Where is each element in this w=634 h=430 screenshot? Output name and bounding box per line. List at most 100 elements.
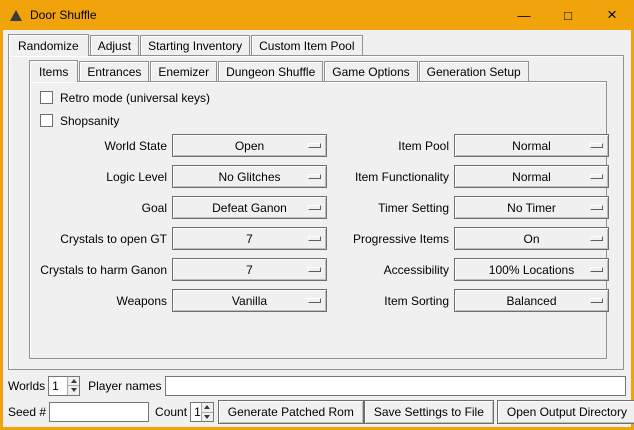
worlds-spin-arrows bbox=[67, 377, 79, 395]
item-pool-label: Item Pool bbox=[337, 139, 449, 153]
crystals-ganon-dropdown[interactable]: 7 bbox=[172, 258, 327, 281]
progressive-items-dropdown[interactable]: On bbox=[454, 227, 609, 250]
weapons-label: Weapons bbox=[40, 294, 167, 308]
logic-level-dropdown[interactable]: No Glitches bbox=[172, 165, 327, 188]
crystals-ganon-label: Crystals to harm Ganon bbox=[40, 263, 167, 277]
tab-starting-inventory[interactable]: Starting Inventory bbox=[140, 35, 250, 55]
dropdown-indicator-icon bbox=[308, 143, 321, 148]
dropdown-indicator-icon bbox=[590, 298, 603, 303]
player-names-input[interactable] bbox=[165, 376, 627, 396]
item-sorting-value: Balanced bbox=[506, 294, 556, 308]
dropdown-indicator-icon bbox=[590, 205, 603, 210]
item-pool-value: Normal bbox=[512, 139, 551, 153]
timer-setting-label: Timer Setting bbox=[337, 201, 449, 215]
shopsanity-checkbox[interactable] bbox=[40, 114, 53, 127]
items-tab-panel: Retro mode (universal keys) Shopsanity W… bbox=[29, 81, 607, 359]
dropdown-indicator-icon bbox=[590, 143, 603, 148]
minimize-button[interactable]: — bbox=[502, 0, 546, 30]
item-functionality-label: Item Functionality bbox=[337, 170, 449, 184]
accessibility-dropdown[interactable]: 100% Locations bbox=[454, 258, 609, 281]
spin-down-button[interactable] bbox=[68, 385, 79, 395]
goal-dropdown[interactable]: Defeat Ganon bbox=[172, 196, 327, 219]
maximize-button[interactable]: □ bbox=[546, 0, 590, 30]
crystals-gt-dropdown[interactable]: 7 bbox=[172, 227, 327, 250]
weapons-value: Vanilla bbox=[232, 294, 267, 308]
arrow-up-icon bbox=[204, 405, 210, 409]
logic-level-label: Logic Level bbox=[40, 170, 167, 184]
accessibility-value: 100% Locations bbox=[489, 263, 574, 277]
goal-label: Goal bbox=[40, 201, 167, 215]
tab-entrances[interactable]: Entrances bbox=[79, 61, 149, 81]
world-state-value: Open bbox=[235, 139, 264, 153]
dropdown-indicator-icon bbox=[590, 174, 603, 179]
tab-items[interactable]: Items bbox=[29, 60, 78, 82]
crystals-ganon-value: 7 bbox=[246, 263, 253, 277]
options-grid: World State Open Item Pool Normal Logic … bbox=[40, 134, 596, 312]
shopsanity-row: Shopsanity bbox=[40, 109, 606, 132]
seed-label: Seed # bbox=[8, 405, 46, 419]
client-area: Randomize Adjust Starting Inventory Cust… bbox=[3, 30, 631, 427]
item-pool-dropdown[interactable]: Normal bbox=[454, 134, 609, 157]
timer-setting-value: No Timer bbox=[507, 201, 556, 215]
dropdown-indicator-icon bbox=[308, 205, 321, 210]
save-settings-button[interactable]: Save Settings to File bbox=[364, 400, 494, 424]
spin-up-button[interactable] bbox=[202, 403, 213, 412]
seed-input[interactable] bbox=[49, 402, 149, 422]
count-spinbox[interactable]: 1 bbox=[190, 402, 214, 422]
app-window: Door Shuffle — □ × Randomize Adjust Star… bbox=[0, 0, 634, 430]
timer-setting-dropdown[interactable]: No Timer bbox=[454, 196, 609, 219]
crystals-gt-value: 7 bbox=[246, 232, 253, 246]
dropdown-indicator-icon bbox=[308, 236, 321, 241]
item-sorting-dropdown[interactable]: Balanced bbox=[454, 289, 609, 312]
spin-down-button[interactable] bbox=[202, 412, 213, 422]
retro-mode-row: Retro mode (universal keys) bbox=[40, 86, 606, 109]
arrow-up-icon bbox=[71, 379, 77, 383]
dropdown-indicator-icon bbox=[590, 236, 603, 241]
player-names-label: Player names bbox=[88, 379, 161, 393]
logic-level-value: No Glitches bbox=[218, 170, 280, 184]
worlds-value: 1 bbox=[49, 377, 67, 395]
randomize-tab-panel: Items Entrances Enemizer Dungeon Shuffle… bbox=[8, 55, 624, 370]
app-icon bbox=[10, 10, 22, 21]
retro-mode-label: Retro mode (universal keys) bbox=[60, 91, 210, 105]
dropdown-indicator-icon bbox=[308, 298, 321, 303]
worlds-row: Worlds 1 Player names bbox=[8, 375, 626, 396]
seed-row: Seed # Count 1 Generate Patched Rom Save… bbox=[8, 400, 626, 424]
tab-game-options[interactable]: Game Options bbox=[324, 61, 417, 81]
tab-adjust[interactable]: Adjust bbox=[90, 35, 139, 55]
item-functionality-value: Normal bbox=[512, 170, 551, 184]
dropdown-indicator-icon bbox=[308, 267, 321, 272]
crystals-gt-label: Crystals to open GT bbox=[40, 232, 167, 246]
outer-tab-bar: Randomize Adjust Starting Inventory Cust… bbox=[8, 33, 364, 55]
tab-randomize[interactable]: Randomize bbox=[8, 34, 89, 56]
item-functionality-dropdown[interactable]: Normal bbox=[454, 165, 609, 188]
worlds-spinbox[interactable]: 1 bbox=[48, 376, 80, 396]
bottom-bar: Worlds 1 Player names Seed # Count 1 bbox=[3, 375, 631, 424]
world-state-dropdown[interactable]: Open bbox=[172, 134, 327, 157]
tab-dungeon-shuffle[interactable]: Dungeon Shuffle bbox=[218, 61, 323, 81]
spin-up-button[interactable] bbox=[68, 377, 79, 386]
retro-mode-checkbox[interactable] bbox=[40, 91, 53, 104]
count-label: Count bbox=[155, 405, 187, 419]
caption-buttons: — □ × bbox=[502, 0, 634, 30]
dropdown-indicator-icon bbox=[590, 267, 603, 272]
close-button[interactable]: × bbox=[590, 0, 634, 30]
generate-rom-button[interactable]: Generate Patched Rom bbox=[218, 400, 364, 424]
tab-enemizer[interactable]: Enemizer bbox=[150, 61, 217, 81]
item-sorting-label: Item Sorting bbox=[337, 294, 449, 308]
goal-value: Defeat Ganon bbox=[212, 201, 287, 215]
world-state-label: World State bbox=[40, 139, 167, 153]
dropdown-indicator-icon bbox=[308, 174, 321, 179]
accessibility-label: Accessibility bbox=[337, 263, 449, 277]
weapons-dropdown[interactable]: Vanilla bbox=[172, 289, 327, 312]
inner-tab-bar: Items Entrances Enemizer Dungeon Shuffle… bbox=[29, 59, 530, 81]
progressive-items-label: Progressive Items bbox=[337, 232, 449, 246]
titlebar: Door Shuffle — □ × bbox=[0, 0, 634, 30]
tab-generation-setup[interactable]: Generation Setup bbox=[419, 61, 529, 81]
arrow-down-icon bbox=[71, 388, 77, 392]
count-spin-arrows bbox=[201, 403, 213, 421]
open-output-button[interactable]: Open Output Directory bbox=[497, 400, 634, 424]
window-title: Door Shuffle bbox=[30, 8, 97, 22]
progressive-items-value: On bbox=[523, 232, 539, 246]
tab-custom-item-pool[interactable]: Custom Item Pool bbox=[251, 35, 362, 55]
